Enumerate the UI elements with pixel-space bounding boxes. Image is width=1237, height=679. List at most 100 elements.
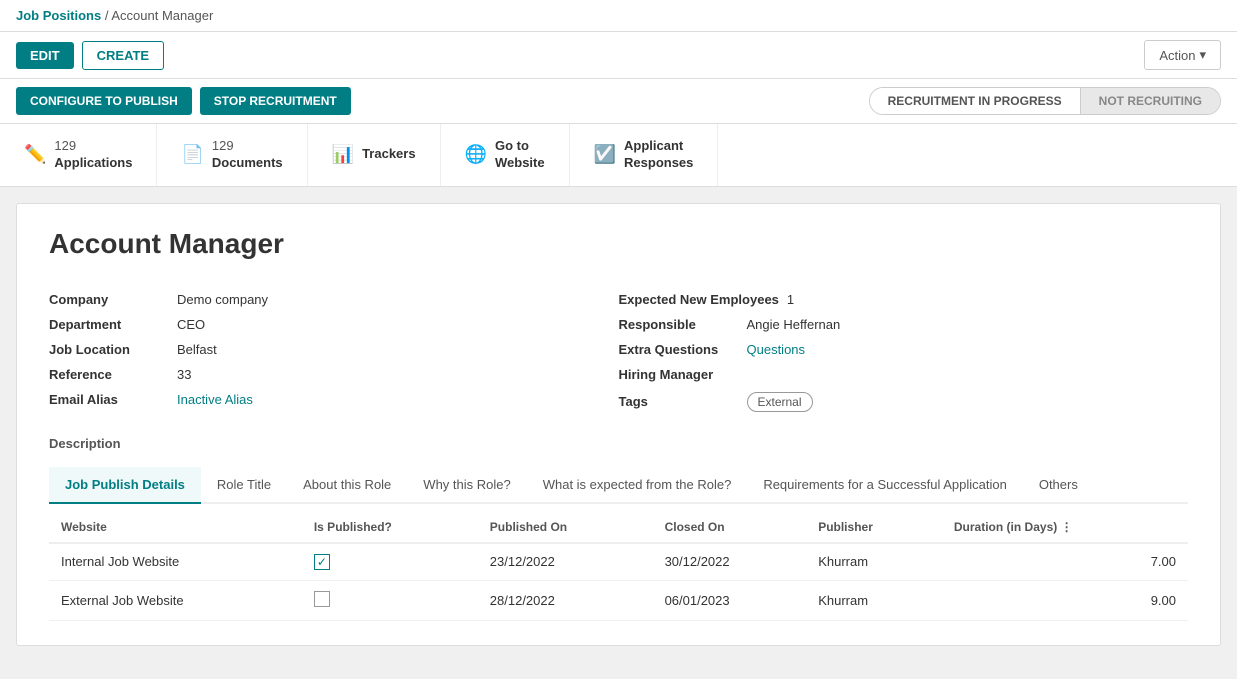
chevron-down-icon: ▾ xyxy=(1199,47,1206,63)
row1-published-on: 23/12/2022 xyxy=(478,543,653,581)
job-title: Account Manager xyxy=(49,228,1188,260)
doc-icon: 📄 xyxy=(181,144,203,165)
status-toggle: RECRUITMENT IN PROGRESS NOT RECRUITING xyxy=(869,87,1221,115)
col-closed-on: Closed On xyxy=(653,512,807,543)
documents-count: 129 xyxy=(212,138,283,155)
right-column: Expected New Employees 1 Responsible Ang… xyxy=(619,292,1189,412)
row2-published[interactable] xyxy=(302,580,478,620)
row1-published[interactable]: ✓ xyxy=(302,543,478,581)
left-column: Company Demo company Department CEO Job … xyxy=(49,292,619,412)
reference-field: Reference 33 xyxy=(49,367,619,382)
job-location-label: Job Location xyxy=(49,342,169,357)
col-website: Website xyxy=(49,512,302,543)
pencil-icon: ✏️ xyxy=(24,144,46,165)
email-alias-label: Email Alias xyxy=(49,392,169,407)
company-label: Company xyxy=(49,292,169,307)
expected-employees-value: 1 xyxy=(787,292,794,307)
stat-applications-text: 129 Applications xyxy=(54,138,132,172)
stat-documents[interactable]: 📄 129 Documents xyxy=(157,124,307,186)
action-label: Action xyxy=(1159,48,1195,63)
extra-questions-field: Extra Questions Questions xyxy=(619,342,1189,357)
job-title-section: Account Manager xyxy=(17,204,1220,276)
stop-recruitment-button[interactable]: STOP RECRUITMENT xyxy=(200,87,351,115)
tabs-section: Job Publish Details Role Title About thi… xyxy=(17,467,1220,504)
row2-publisher: Khurram xyxy=(806,580,942,620)
tab-expected-from-role[interactable]: What is expected from the Role? xyxy=(527,467,748,504)
extra-questions-label: Extra Questions xyxy=(619,342,739,357)
action-button[interactable]: Action ▾ xyxy=(1144,40,1221,70)
row2-website: External Job Website xyxy=(49,580,302,620)
responsible-value: Angie Heffernan xyxy=(747,317,841,332)
tab-requirements[interactable]: Requirements for a Successful Applicatio… xyxy=(747,467,1023,504)
applications-count: 129 xyxy=(54,138,132,155)
description-label: Description xyxy=(49,436,121,451)
stat-applicant-responses[interactable]: ☑️ ApplicantResponses xyxy=(570,124,719,186)
main-content: Account Manager Company Demo company Dep… xyxy=(16,203,1221,646)
col-is-published: Is Published? xyxy=(302,512,478,543)
table-header-row: Website Is Published? Published On Close… xyxy=(49,512,1188,543)
row2-duration: 9.00 xyxy=(942,580,1188,620)
department-field: Department CEO xyxy=(49,317,619,332)
stat-website-text: Go toWebsite xyxy=(495,138,545,172)
row1-duration: 7.00 xyxy=(942,543,1188,581)
create-button[interactable]: CREATE xyxy=(82,41,164,70)
company-value: Demo company xyxy=(177,292,268,307)
col-publisher: Publisher xyxy=(806,512,942,543)
col-duration: Duration (in Days) ⋮ xyxy=(942,512,1188,543)
description-section: Description xyxy=(17,428,1220,467)
row1-website: Internal Job Website xyxy=(49,543,302,581)
tab-others[interactable]: Others xyxy=(1023,467,1094,504)
stats-bar: ✏️ 129 Applications 📄 129 Documents 📊 Tr… xyxy=(0,124,1237,187)
details-grid: Company Demo company Department CEO Job … xyxy=(17,276,1220,428)
stat-applications[interactable]: ✏️ 129 Applications xyxy=(0,124,157,186)
tab-why-this-role[interactable]: Why this Role? xyxy=(407,467,526,504)
extra-questions-value[interactable]: Questions xyxy=(747,342,806,357)
department-value: CEO xyxy=(177,317,205,332)
status-recruiting-button[interactable]: RECRUITMENT IN PROGRESS xyxy=(870,88,1081,114)
tabs: Job Publish Details Role Title About thi… xyxy=(49,467,1188,504)
responsible-label: Responsible xyxy=(619,317,739,332)
row2-closed-on: 06/01/2023 xyxy=(653,580,807,620)
stat-applicant-responses-text: ApplicantResponses xyxy=(624,138,693,172)
tab-job-publish-details[interactable]: Job Publish Details xyxy=(49,467,201,504)
tab-role-title[interactable]: Role Title xyxy=(201,467,287,504)
email-alias-field: Email Alias Inactive Alias xyxy=(49,392,619,407)
row1-closed-on: 30/12/2022 xyxy=(653,543,807,581)
edit-button[interactable]: EDIT xyxy=(16,42,74,69)
hiring-manager-label: Hiring Manager xyxy=(619,367,739,382)
checkbox-unchecked-icon[interactable] xyxy=(314,591,330,607)
expected-employees-label: Expected New Employees xyxy=(619,292,779,307)
breadcrumb-current: Account Manager xyxy=(111,8,213,23)
recruitment-bar: CONFIGURE TO PUBLISH STOP RECRUITMENT RE… xyxy=(0,79,1237,124)
stat-trackers[interactable]: 📊 Trackers xyxy=(308,124,441,186)
publish-details-table: Website Is Published? Published On Close… xyxy=(49,512,1188,621)
stat-website[interactable]: 🌐 Go toWebsite xyxy=(441,124,570,186)
tab-about-this-role[interactable]: About this Role xyxy=(287,467,407,504)
department-label: Department xyxy=(49,317,169,332)
stat-trackers-text: Trackers xyxy=(362,146,416,163)
tags-label: Tags xyxy=(619,394,739,409)
checkbox-checked-icon[interactable]: ✓ xyxy=(314,554,330,570)
expected-employees-field: Expected New Employees 1 xyxy=(619,292,1189,307)
company-field: Company Demo company xyxy=(49,292,619,307)
job-location-value: Belfast xyxy=(177,342,217,357)
email-alias-value[interactable]: Inactive Alias xyxy=(177,392,253,407)
check-icon: ☑️ xyxy=(594,144,616,165)
breadcrumb: Job Positions / Account Manager xyxy=(16,8,213,23)
reference-value: 33 xyxy=(177,367,191,382)
configure-to-publish-button[interactable]: CONFIGURE TO PUBLISH xyxy=(16,87,192,115)
status-not-recruiting-button[interactable]: NOT RECRUITING xyxy=(1081,88,1220,114)
table-row: Internal Job Website ✓ 23/12/2022 30/12/… xyxy=(49,543,1188,581)
tags-value: External xyxy=(747,392,813,412)
bar-chart-icon: 📊 xyxy=(332,144,354,165)
job-location-field: Job Location Belfast xyxy=(49,342,619,357)
row2-published-on: 28/12/2022 xyxy=(478,580,653,620)
table-section: Website Is Published? Published On Close… xyxy=(17,512,1220,645)
breadcrumb-parent[interactable]: Job Positions xyxy=(16,8,101,23)
responsible-field: Responsible Angie Heffernan xyxy=(619,317,1189,332)
hiring-manager-field: Hiring Manager xyxy=(619,367,1189,382)
stat-documents-text: 129 Documents xyxy=(212,138,283,172)
breadcrumb-bar: Job Positions / Account Manager xyxy=(0,0,1237,32)
globe-icon: 🌐 xyxy=(465,144,487,165)
tags-field: Tags External xyxy=(619,392,1189,412)
